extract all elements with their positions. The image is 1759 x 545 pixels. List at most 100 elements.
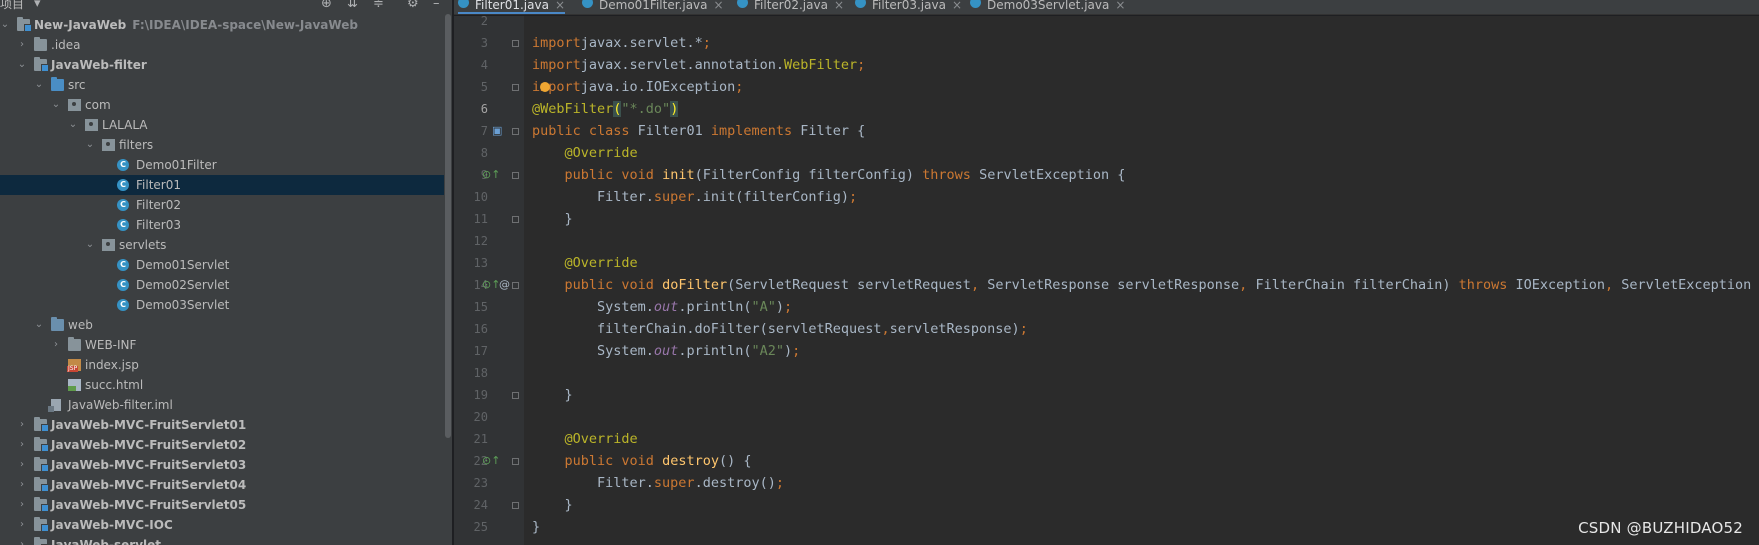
code-line[interactable]: public void destroy() { [532,450,752,472]
tree-item[interactable]: C Demo02Servlet [0,275,444,295]
tree-item[interactable]: ⌄ src [0,75,444,95]
chevron-right-icon[interactable]: › [17,495,27,515]
chevron-down-icon[interactable]: ⌄ [85,235,95,255]
tree-item[interactable]: › JavaWeb-MVC-FruitServlet02 [0,435,444,455]
editor-tab[interactable]: Demo03Servlet.java × [970,0,1125,14]
tree-item[interactable]: C Filter01 [0,175,444,195]
close-icon[interactable]: × [952,0,962,12]
code-line[interactable]: } [532,384,573,406]
tree-item[interactable]: › JavaWeb-servlet [0,535,444,545]
code-line[interactable]: Filter.super.destroy(); [532,472,784,494]
tree-item[interactable]: succ.html [0,375,444,395]
chevron-down-icon[interactable]: ⌄ [34,75,44,95]
editor-tab[interactable]: Filter02.java × [737,0,844,14]
code-line[interactable]: filterChain.doFilter(servletRequest,serv… [532,318,1028,340]
code-line[interactable]: public void init(FilterConfig filterConf… [532,164,1126,186]
chevron-right-icon[interactable]: › [17,415,27,435]
tree-item[interactable]: C Filter03 [0,215,444,235]
chevron-down-icon[interactable]: ⌄ [0,15,10,35]
code-line[interactable]: System.out.println("A2"); [532,340,800,362]
fold-marker-icon[interactable] [512,40,519,47]
fold-marker-icon[interactable] [512,216,519,223]
fold-marker-icon[interactable] [512,84,519,91]
chevron-right-icon[interactable]: › [51,335,61,355]
tree-item[interactable]: C Demo03Servlet [0,295,444,315]
tree-item[interactable]: JavaWeb-filter.iml [0,395,444,415]
tree-item[interactable]: C Filter02 [0,195,444,215]
tree-item[interactable]: › JavaWeb-MVC-FruitServlet03 [0,455,444,475]
tree-item[interactable]: index.jsp [0,355,444,375]
tree-item[interactable]: ⌄ JavaWeb-filter [0,55,444,75]
tree-item[interactable]: › JavaWeb-MVC-IOC [0,515,444,535]
editor-tab[interactable]: Demo01Filter.java × [582,0,724,14]
chevron-down-icon[interactable]: ⌄ [17,55,27,75]
tree-item[interactable]: ⌄ filters [0,135,444,155]
chevron-down-icon[interactable]: ⌄ [34,315,44,335]
code-line[interactable]: } [532,494,573,516]
fold-marker-icon[interactable] [512,172,519,179]
implemented-icon[interactable]: ▣ [492,125,502,136]
fold-marker-icon[interactable] [512,282,519,289]
code-line[interactable]: importjava.io.IOException; [532,76,743,98]
fold-marker-icon[interactable] [512,458,519,465]
override-icon[interactable]: ⊙↑ [482,169,500,180]
override-icon[interactable]: ⊙↑ [482,279,500,290]
fold-marker-icon[interactable] [512,392,519,399]
chevron-down-icon[interactable]: ⌄ [85,135,95,155]
tree-item[interactable]: C Demo01Servlet [0,255,444,275]
fold-marker-icon[interactable] [512,128,519,135]
code-token: java.io.IOException [580,79,736,95]
tree-item[interactable]: › .idea [0,35,444,55]
tree-item[interactable]: C Demo01Filter [0,155,444,175]
chevron-right-icon[interactable]: › [17,35,27,55]
close-icon[interactable]: × [555,0,565,12]
editor-tab[interactable]: Filter03.java × [855,0,962,14]
intention-bulb-icon[interactable] [540,82,550,92]
project-panel-title[interactable]: 项目 [0,0,24,12]
code-line[interactable]: importjavax.servlet.*; [532,32,711,54]
close-icon[interactable]: × [834,0,844,12]
code-line[interactable]: public class Filter01 implements Filter … [532,120,865,142]
code-line[interactable]: System.out.println("A"); [532,296,792,318]
locate-icon[interactable]: ⊕ [321,0,332,11]
fold-marker-icon[interactable] [512,502,519,509]
project-tree[interactable]: ⌄ New-JavaWeb F:\IDEA\IDEA-space\New-JavaW… [0,14,444,545]
collapse-all-icon[interactable]: ⇊ [347,0,358,11]
chevron-down-icon[interactable]: ▾ [34,0,41,11]
tree-item[interactable]: › WEB-INF [0,335,444,355]
chevron-right-icon[interactable]: › [17,515,27,535]
tree-item[interactable]: ⌄ LALALA [0,115,444,135]
tree-item[interactable]: ⌄ New-JavaWeb F:\IDEA\IDEA-space\New-JavaW… [0,15,444,35]
chevron-right-icon[interactable]: › [17,535,27,545]
chevron-right-icon[interactable]: › [17,455,27,475]
code-line[interactable]: @Override [532,142,638,164]
code-line[interactable]: importjavax.servlet.annotation.WebFilter… [532,54,865,76]
code-line[interactable]: public void doFilter(ServletRequest serv… [532,274,1759,296]
code-line[interactable]: Filter.super.init(filterConfig); [532,186,857,208]
close-icon[interactable]: × [714,0,724,12]
chevron-right-icon[interactable]: › [17,475,27,495]
project-tree-scrollbar[interactable] [444,14,452,545]
scrollbar-thumb[interactable] [445,14,451,438]
code-line[interactable]: @Override [532,252,638,274]
hide-icon[interactable]: – [433,0,440,11]
gear-icon[interactable]: ⚙ [407,0,419,11]
code-line[interactable]: @Override [532,428,638,450]
tree-item[interactable]: › JavaWeb-MVC-FruitServlet01 [0,415,444,435]
chevron-down-icon[interactable]: ⌄ [51,95,61,115]
tree-item[interactable]: ⌄ com [0,95,444,115]
override-icon[interactable]: ⊙↑ [482,455,500,466]
code-editor[interactable]: CSDN @BUZHIDAO52 importjavax.servlet.*; i… [524,16,1759,545]
tree-item[interactable]: ⌄ servlets [0,235,444,255]
expand-icon[interactable]: ≑ [373,0,384,11]
tree-item[interactable]: › JavaWeb-MVC-FruitServlet05 [0,495,444,515]
chevron-down-icon[interactable]: ⌄ [68,115,78,135]
tree-item[interactable]: › JavaWeb-MVC-FruitServlet04 [0,475,444,495]
close-icon[interactable]: × [1115,0,1125,12]
chevron-right-icon[interactable]: › [17,435,27,455]
code-line[interactable]: } [532,516,540,538]
code-line[interactable]: @WebFilter("*.do") [532,98,679,120]
tree-item[interactable]: ⌄ web [0,315,444,335]
annotation-icon[interactable]: @ [499,279,510,290]
code-line[interactable]: } [532,208,573,230]
